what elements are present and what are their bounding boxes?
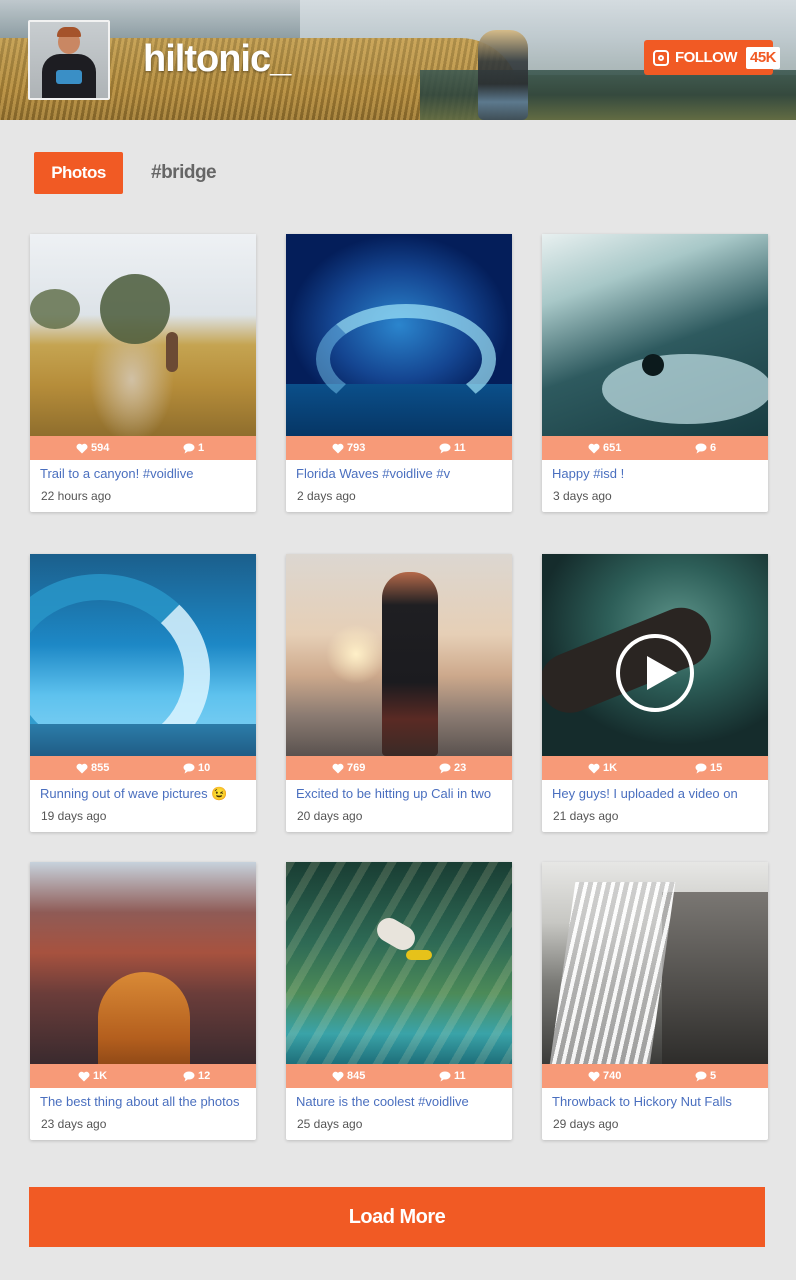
post-photo[interactable] [30, 234, 256, 436]
post-caption[interactable]: Florida Waves #voidlive #v [296, 466, 506, 481]
likes-count: 651 [588, 442, 621, 454]
post-photo[interactable] [30, 554, 256, 756]
comments-count: 11 [439, 1070, 466, 1082]
post-caption[interactable]: The best thing about all the photos [40, 1094, 250, 1109]
post-stats: 1K 12 [30, 1064, 256, 1088]
comments-count: 5 [695, 1070, 716, 1082]
post-stats: 594 1 [30, 436, 256, 460]
likes-count: 845 [332, 1070, 365, 1082]
comments-count: 11 [439, 442, 466, 454]
post-time: 22 hours ago [41, 489, 112, 503]
post-photo[interactable] [542, 862, 768, 1064]
post-photo[interactable] [286, 862, 512, 1064]
post-photo[interactable] [30, 862, 256, 1064]
post-card[interactable]: 845 11 Nature is the coolest #voidlive 2… [286, 862, 512, 1140]
post-time: 25 days ago [297, 1117, 363, 1131]
post-time: 2 days ago [297, 489, 356, 503]
tab-photos[interactable]: Photos [34, 152, 123, 194]
heart-icon [588, 763, 600, 773]
post-photo[interactable] [542, 554, 768, 756]
heart-icon [76, 763, 88, 773]
tab-bridge[interactable]: #bridge [151, 152, 217, 194]
post-time: 23 days ago [41, 1117, 107, 1131]
comment-bubble-icon [183, 443, 195, 453]
post-caption[interactable]: Trail to a canyon! #voidlive [40, 466, 250, 481]
post-card[interactable]: 651 6 Happy #isd ! 3 days ago [542, 234, 768, 512]
play-icon[interactable] [616, 634, 694, 712]
heart-icon [588, 443, 600, 453]
profile-header: hiltonic_ FOLLOW 45K [0, 0, 796, 120]
username: hiltonic_ [143, 38, 291, 80]
post-stats: 769 23 [286, 756, 512, 780]
post-card[interactable]: 740 5 Throwback to Hickory Nut Falls 29 … [542, 862, 768, 1140]
post-time: 29 days ago [553, 1117, 619, 1131]
post-card[interactable]: 769 23 Excited to be hitting up Cali in … [286, 554, 512, 832]
post-time: 3 days ago [553, 489, 612, 503]
follower-count: 45K [745, 46, 781, 69]
post-stats: 651 6 [542, 436, 768, 460]
comments-count: 23 [439, 762, 466, 774]
likes-count: 1K [588, 762, 617, 774]
post-time: 19 days ago [41, 809, 107, 823]
post-caption[interactable]: Throwback to Hickory Nut Falls [552, 1094, 762, 1109]
header-figure [478, 30, 528, 120]
comment-bubble-icon [183, 763, 195, 773]
post-stats: 1K 15 [542, 756, 768, 780]
post-caption[interactable]: Running out of wave pictures 😉 [40, 786, 250, 802]
comment-bubble-icon [695, 763, 707, 773]
comment-bubble-icon [183, 1071, 195, 1081]
post-photo[interactable] [542, 234, 768, 436]
post-caption[interactable]: Excited to be hitting up Cali in two [296, 786, 506, 801]
post-card[interactable]: 855 10 Running out of wave pictures 😉 19… [30, 554, 256, 832]
heart-icon [332, 763, 344, 773]
comment-bubble-icon [439, 763, 451, 773]
load-more-button[interactable]: Load More [29, 1187, 765, 1247]
instagram-icon [653, 49, 669, 66]
likes-count: 769 [332, 762, 365, 774]
follow-label: FOLLOW [675, 49, 737, 66]
likes-count: 740 [588, 1070, 621, 1082]
comments-count: 6 [695, 442, 716, 454]
comment-bubble-icon [439, 443, 451, 453]
post-caption[interactable]: Happy #isd ! [552, 466, 762, 481]
heart-icon [78, 1071, 90, 1081]
post-stats: 845 11 [286, 1064, 512, 1088]
post-card[interactable]: 1K 15 Hey guys! I uploaded a video on 21… [542, 554, 768, 832]
post-photo[interactable] [286, 554, 512, 756]
post-caption[interactable]: Nature is the coolest #voidlive [296, 1094, 506, 1109]
comment-bubble-icon [439, 1071, 451, 1081]
comment-bubble-icon [695, 443, 707, 453]
post-card[interactable]: 793 11 Florida Waves #voidlive #v 2 days… [286, 234, 512, 512]
post-stats: 793 11 [286, 436, 512, 460]
likes-count: 594 [76, 442, 109, 454]
heart-icon [76, 443, 88, 453]
post-time: 20 days ago [297, 809, 363, 823]
post-stats: 740 5 [542, 1064, 768, 1088]
post-caption[interactable]: Hey guys! I uploaded a video on [552, 786, 762, 801]
avatar[interactable] [28, 20, 110, 100]
likes-count: 1K [78, 1070, 107, 1082]
heart-icon [332, 443, 344, 453]
post-stats: 855 10 [30, 756, 256, 780]
comments-count: 12 [183, 1070, 210, 1082]
post-card[interactable]: 1K 12 The best thing about all the photo… [30, 862, 256, 1140]
comment-bubble-icon [695, 1071, 707, 1081]
post-time: 21 days ago [553, 809, 619, 823]
likes-count: 793 [332, 442, 365, 454]
heart-icon [332, 1071, 344, 1081]
post-photo[interactable] [286, 234, 512, 436]
post-card[interactable]: 594 1 Trail to a canyon! #voidlive 22 ho… [30, 234, 256, 512]
follow-button[interactable]: FOLLOW 45K [644, 40, 781, 75]
heart-icon [588, 1071, 600, 1081]
comments-count: 15 [695, 762, 722, 774]
header-hills [420, 70, 796, 120]
comments-count: 1 [183, 442, 204, 454]
comments-count: 10 [183, 762, 210, 774]
likes-count: 855 [76, 762, 109, 774]
